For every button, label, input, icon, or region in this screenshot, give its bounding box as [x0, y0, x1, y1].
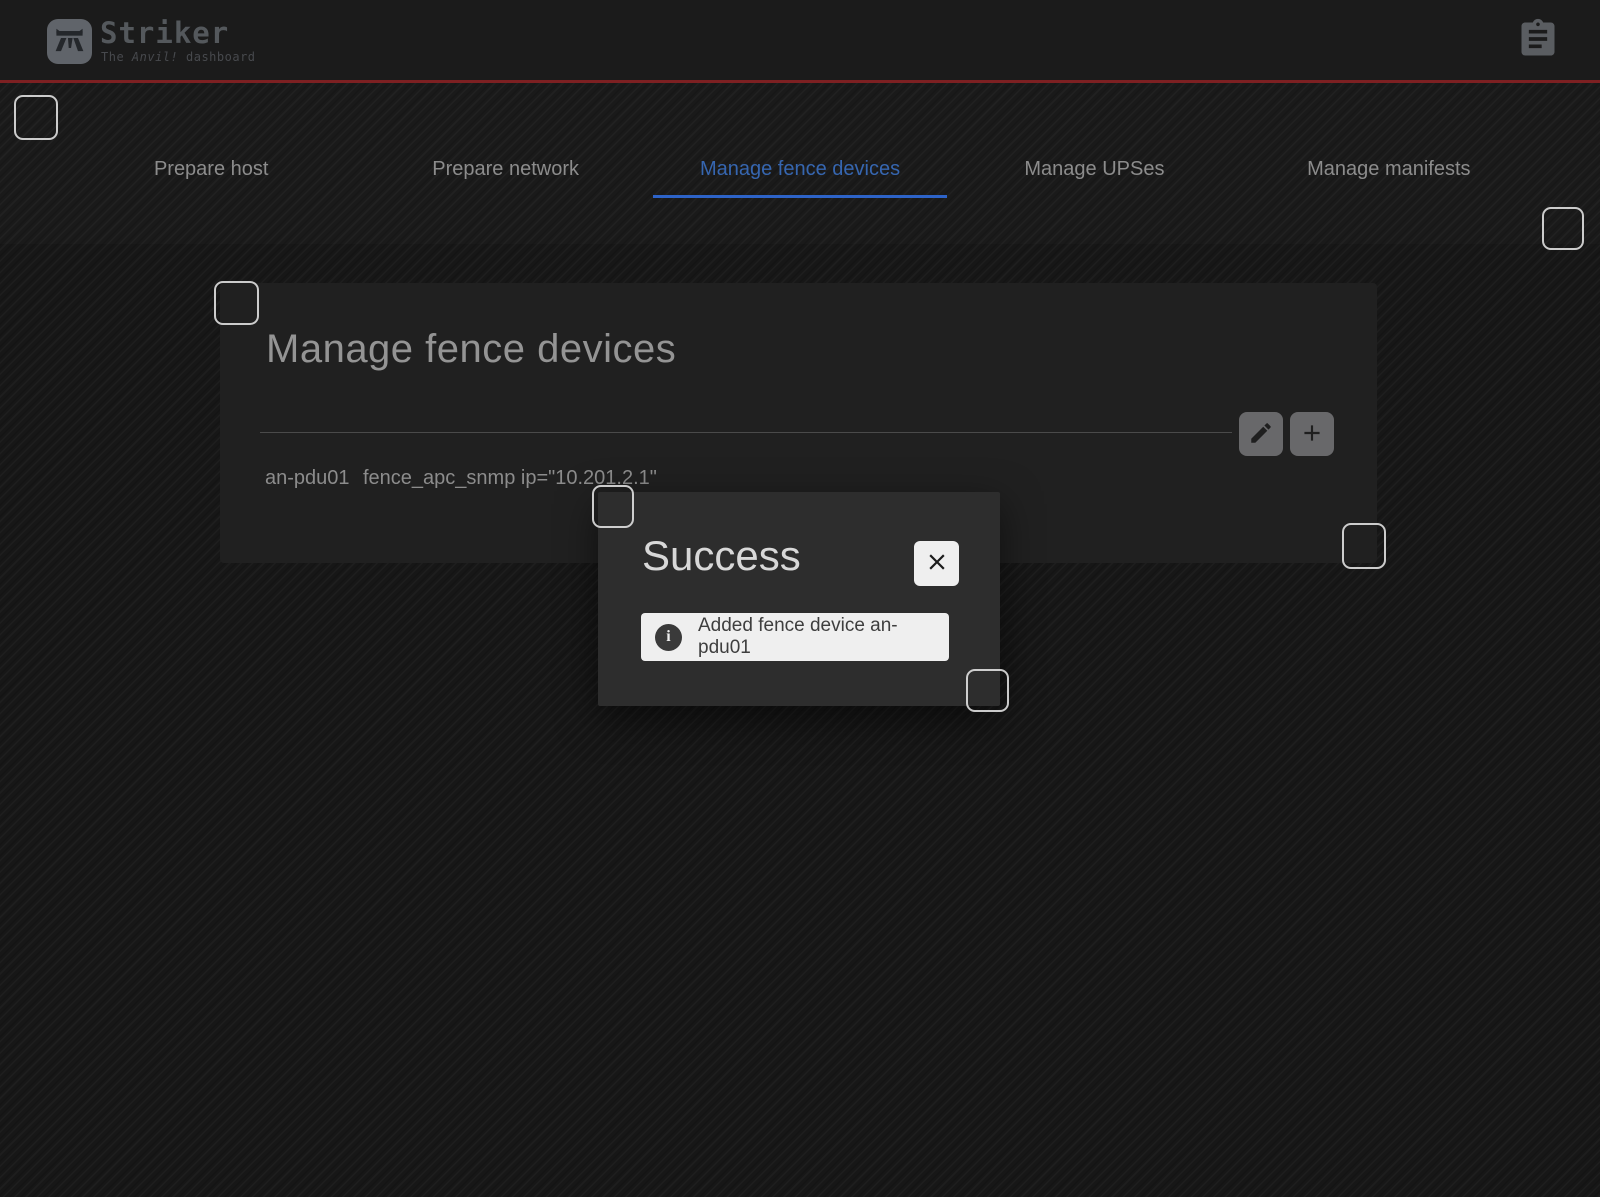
tab-manage-fence-devices[interactable]: Manage fence devices: [653, 140, 947, 198]
dialog-close-button[interactable]: [914, 541, 959, 586]
panel-divider: [260, 432, 1232, 433]
dialog-title: Success: [642, 532, 801, 580]
clipboard-icon[interactable]: [1516, 16, 1560, 62]
success-message-banner: i Added fence device an-pdu01: [641, 613, 949, 661]
outline-marker: [14, 95, 58, 140]
app-header: Striker The Anvil! dashboard: [0, 0, 1600, 80]
tab-manage-manifests[interactable]: Manage manifests: [1242, 140, 1536, 198]
tab-prepare-host[interactable]: Prepare host: [64, 140, 358, 198]
success-dialog: Success i Added fence device an-pdu01: [598, 492, 1000, 706]
panel-title: Manage fence devices: [266, 327, 676, 372]
outline-marker: [592, 485, 634, 528]
fence-device-name: an-pdu01: [265, 467, 363, 490]
success-message-text: Added fence device an-pdu01: [698, 615, 949, 659]
close-icon: [924, 549, 950, 578]
outline-marker: [1342, 523, 1386, 569]
tab-bar: Prepare host Prepare network Manage fenc…: [64, 140, 1536, 198]
app-subtitle: The Anvil! dashboard: [101, 50, 256, 64]
tab-prepare-network[interactable]: Prepare network: [358, 140, 652, 198]
outline-marker: [966, 669, 1009, 712]
pencil-icon: [1248, 420, 1274, 449]
edit-fence-device-button[interactable]: [1239, 412, 1283, 456]
anvil-icon: [51, 21, 88, 63]
app-title: Striker: [100, 16, 229, 50]
striker-logo: [47, 19, 92, 64]
tab-manage-upses[interactable]: Manage UPSes: [947, 140, 1241, 198]
outline-marker: [214, 281, 259, 325]
add-fence-device-button[interactable]: [1290, 412, 1334, 456]
outline-marker: [1542, 207, 1584, 250]
info-icon: i: [655, 624, 682, 651]
plus-icon: [1299, 420, 1325, 449]
